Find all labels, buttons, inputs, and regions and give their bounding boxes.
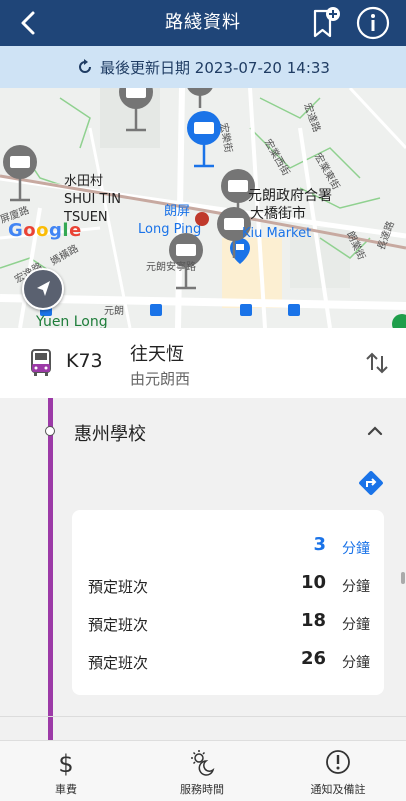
eta-row: 預定班次 18 分鐘 <box>72 610 384 640</box>
nav-fare[interactable]: $ 車費 <box>26 741 106 801</box>
map-label: SHUI TIN <box>64 192 122 207</box>
eta-unit: 分鐘 <box>342 617 370 633</box>
route-info-bar: K73 往天恆 由元朗西 <box>0 328 406 399</box>
stop-divider <box>0 716 406 717</box>
page-title: 路綫資料 <box>165 12 241 33</box>
svg-text:$: $ <box>58 750 73 777</box>
info-icon[interactable] <box>356 6 390 40</box>
refresh-icon[interactable] <box>76 58 94 76</box>
route-origin: 由元朗西 <box>130 370 191 388</box>
my-location-button[interactable] <box>22 268 64 310</box>
directions-icon[interactable] <box>356 468 386 498</box>
nav-fare-label: 車費 <box>55 783 77 796</box>
stop-dot <box>45 426 55 436</box>
map-label: 大橋街市 <box>250 206 306 222</box>
map-label: 元朗安寧路 <box>146 262 196 273</box>
route-number: K73 <box>66 350 103 372</box>
map-label: 元朗政府合署 <box>248 188 332 204</box>
map-label: Yuen Long <box>36 314 108 328</box>
eta-unit: 分鐘 <box>342 579 370 595</box>
map-label: 水田村 <box>64 174 104 189</box>
scrollbar-thumb[interactable] <box>401 572 405 584</box>
eta-label: 預定班次 <box>88 654 149 672</box>
eta-row: 預定班次 10 分鐘 <box>72 572 384 602</box>
nav-notices[interactable]: 通知及備註 <box>298 741 378 801</box>
map-label: 朗屏 <box>164 204 191 219</box>
eta-minutes: 18 <box>300 610 326 631</box>
swap-direction-icon[interactable] <box>364 350 390 376</box>
map-label: Long Ping <box>138 222 202 237</box>
eta-minutes: 10 <box>300 572 326 593</box>
bus-icon <box>31 349 51 376</box>
last-updated-text: 最後更新日期 2023-07-20 14:33 <box>100 58 330 77</box>
app-header: 路綫資料 <box>0 0 406 46</box>
map-label: Kiu Market <box>242 226 312 241</box>
stop-name[interactable]: 惠州學校 <box>74 420 146 446</box>
bottom-nav: $ 車費 服務時間 通知及備註 <box>0 740 406 801</box>
eta-unit: 分鐘 <box>342 655 370 671</box>
route-line <box>48 398 53 740</box>
last-updated-bar[interactable]: 最後更新日期 2023-07-20 14:33 <box>0 46 406 88</box>
route-destination: 往天恆 <box>130 344 184 365</box>
eta-minutes: 3 <box>313 534 326 555</box>
eta-card: 3 分鐘 預定班次 10 分鐘 預定班次 18 分鐘 預定班次 26 分鐘 <box>72 510 384 695</box>
navigation-arrow-icon <box>37 281 50 296</box>
dollar-icon: $ <box>58 750 73 777</box>
add-bookmark-icon[interactable] <box>310 6 342 40</box>
chevron-up-icon[interactable] <box>364 420 386 442</box>
eta-label: 預定班次 <box>88 578 149 596</box>
eta-row: 預定班次 26 分鐘 <box>72 648 384 678</box>
stop-list[interactable]: 惠州學校 3 分鐘 預定班次 10 分鐘 預定班次 18 分鐘 預定班次 26 … <box>0 398 406 740</box>
nav-service-hours-label: 服務時間 <box>180 783 224 796</box>
nav-service-hours[interactable]: 服務時間 <box>162 741 242 801</box>
nav-notices-label: 通知及備註 <box>310 783 366 796</box>
eta-unit: 分鐘 <box>342 541 370 557</box>
eta-label: 預定班次 <box>88 616 149 634</box>
alert-icon <box>326 750 350 774</box>
sun-moon-icon <box>191 750 215 776</box>
eta-row: 3 分鐘 <box>72 534 384 564</box>
google-logo: Google <box>8 220 82 241</box>
eta-minutes: 26 <box>300 648 326 669</box>
